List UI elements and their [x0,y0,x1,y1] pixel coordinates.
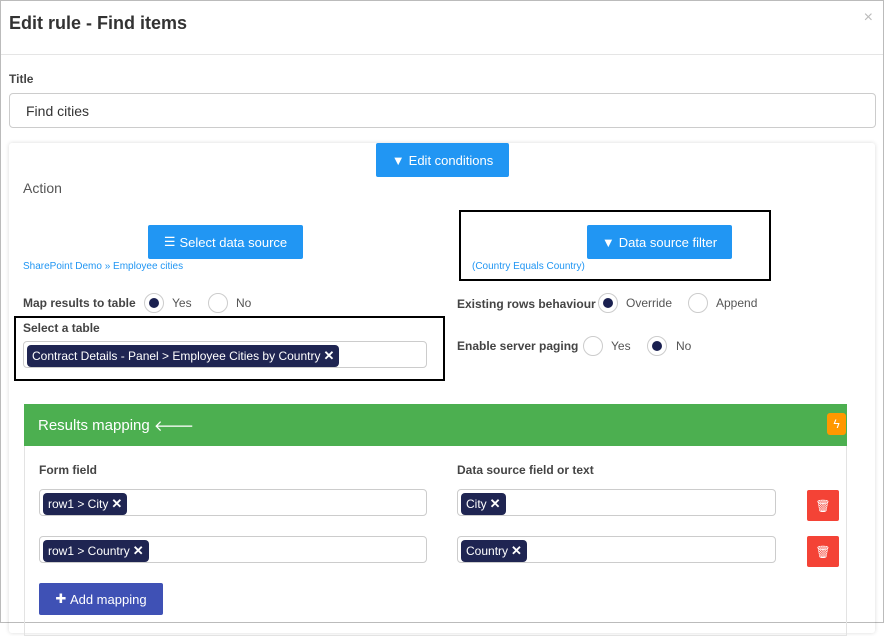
close-icon[interactable]: × [864,9,873,27]
remove-icon[interactable]: ✕ [490,496,501,512]
map-results-yes-radio[interactable] [144,293,164,313]
dialog-title: Edit rule - Find items [9,13,188,33]
field-tag: row1 > Country ✕ [43,540,149,562]
form-field-header: Form field [39,463,98,477]
table-tag: Contract Details - Panel > Employee Citi… [27,345,340,367]
delete-mapping-button[interactable]: 🗑 [807,490,839,521]
plus-icon: ✚ [55,591,70,606]
divider [1,54,883,55]
source-field-input[interactable]: City ✕ [457,489,776,516]
override-radio[interactable] [598,293,618,313]
title-input[interactable]: Find cities [9,93,876,128]
results-mapping-header[interactable]: Results mapping 🡐 [24,404,847,446]
map-results-no-radio[interactable] [208,293,228,313]
remove-icon[interactable]: ✕ [323,348,334,364]
delete-mapping-button[interactable]: 🗑 [807,536,839,567]
trash-icon: 🗑 [815,544,831,559]
add-mapping-button[interactable]: ✚ Add mapping [39,583,163,615]
existing-rows-label: Existing rows behaviour [457,297,596,311]
data-source-path[interactable]: SharePoint Demo » Employee cities [23,261,183,272]
filter-icon: ▼ [601,234,615,250]
database-icon: ☰ [163,234,176,249]
remove-icon[interactable]: ✕ [111,496,122,512]
trash-icon: 🗑 [815,498,831,513]
select-table-input[interactable]: Contract Details - Panel > Employee Citi… [23,341,427,368]
map-results-label: Map results to table [23,296,136,310]
server-paging-label: Enable server paging [457,339,579,353]
filter-icon: ▼ [391,152,405,168]
field-tag: row1 > City ✕ [43,493,128,515]
paging-yes-radio[interactable] [583,336,603,356]
option-label: Append [716,296,758,310]
option-label: No [676,339,692,353]
form-field-input[interactable]: row1 > City ✕ [39,489,427,516]
title-label: Title [9,72,34,86]
field-tag: City ✕ [461,493,506,515]
form-field-input[interactable]: row1 > Country ✕ [39,536,427,563]
source-field-input[interactable]: Country ✕ [457,536,776,563]
bolt-icon[interactable]: ϟ [827,413,846,435]
action-heading: Action [23,180,62,196]
remove-icon[interactable]: ✕ [511,543,522,559]
append-radio[interactable] [688,293,708,313]
data-source-filter-button[interactable]: ▼ Data source filter [587,225,732,259]
source-field-header: Data source field or text [457,463,594,477]
option-label: Yes [172,296,192,310]
select-table-label: Select a table [23,321,100,335]
arrow-left-icon: 🡐 [153,417,195,435]
option-label: Override [626,296,673,310]
option-label: No [236,296,252,310]
option-label: Yes [611,339,631,353]
filter-summary: (Country Equals Country) [472,261,585,272]
select-data-source-button[interactable]: ☰ Select data source [148,225,303,259]
edit-conditions-button[interactable]: ▼ Edit conditions [376,143,509,177]
remove-icon[interactable]: ✕ [133,543,144,559]
field-tag: Country ✕ [461,540,527,562]
paging-no-radio[interactable] [647,336,667,356]
